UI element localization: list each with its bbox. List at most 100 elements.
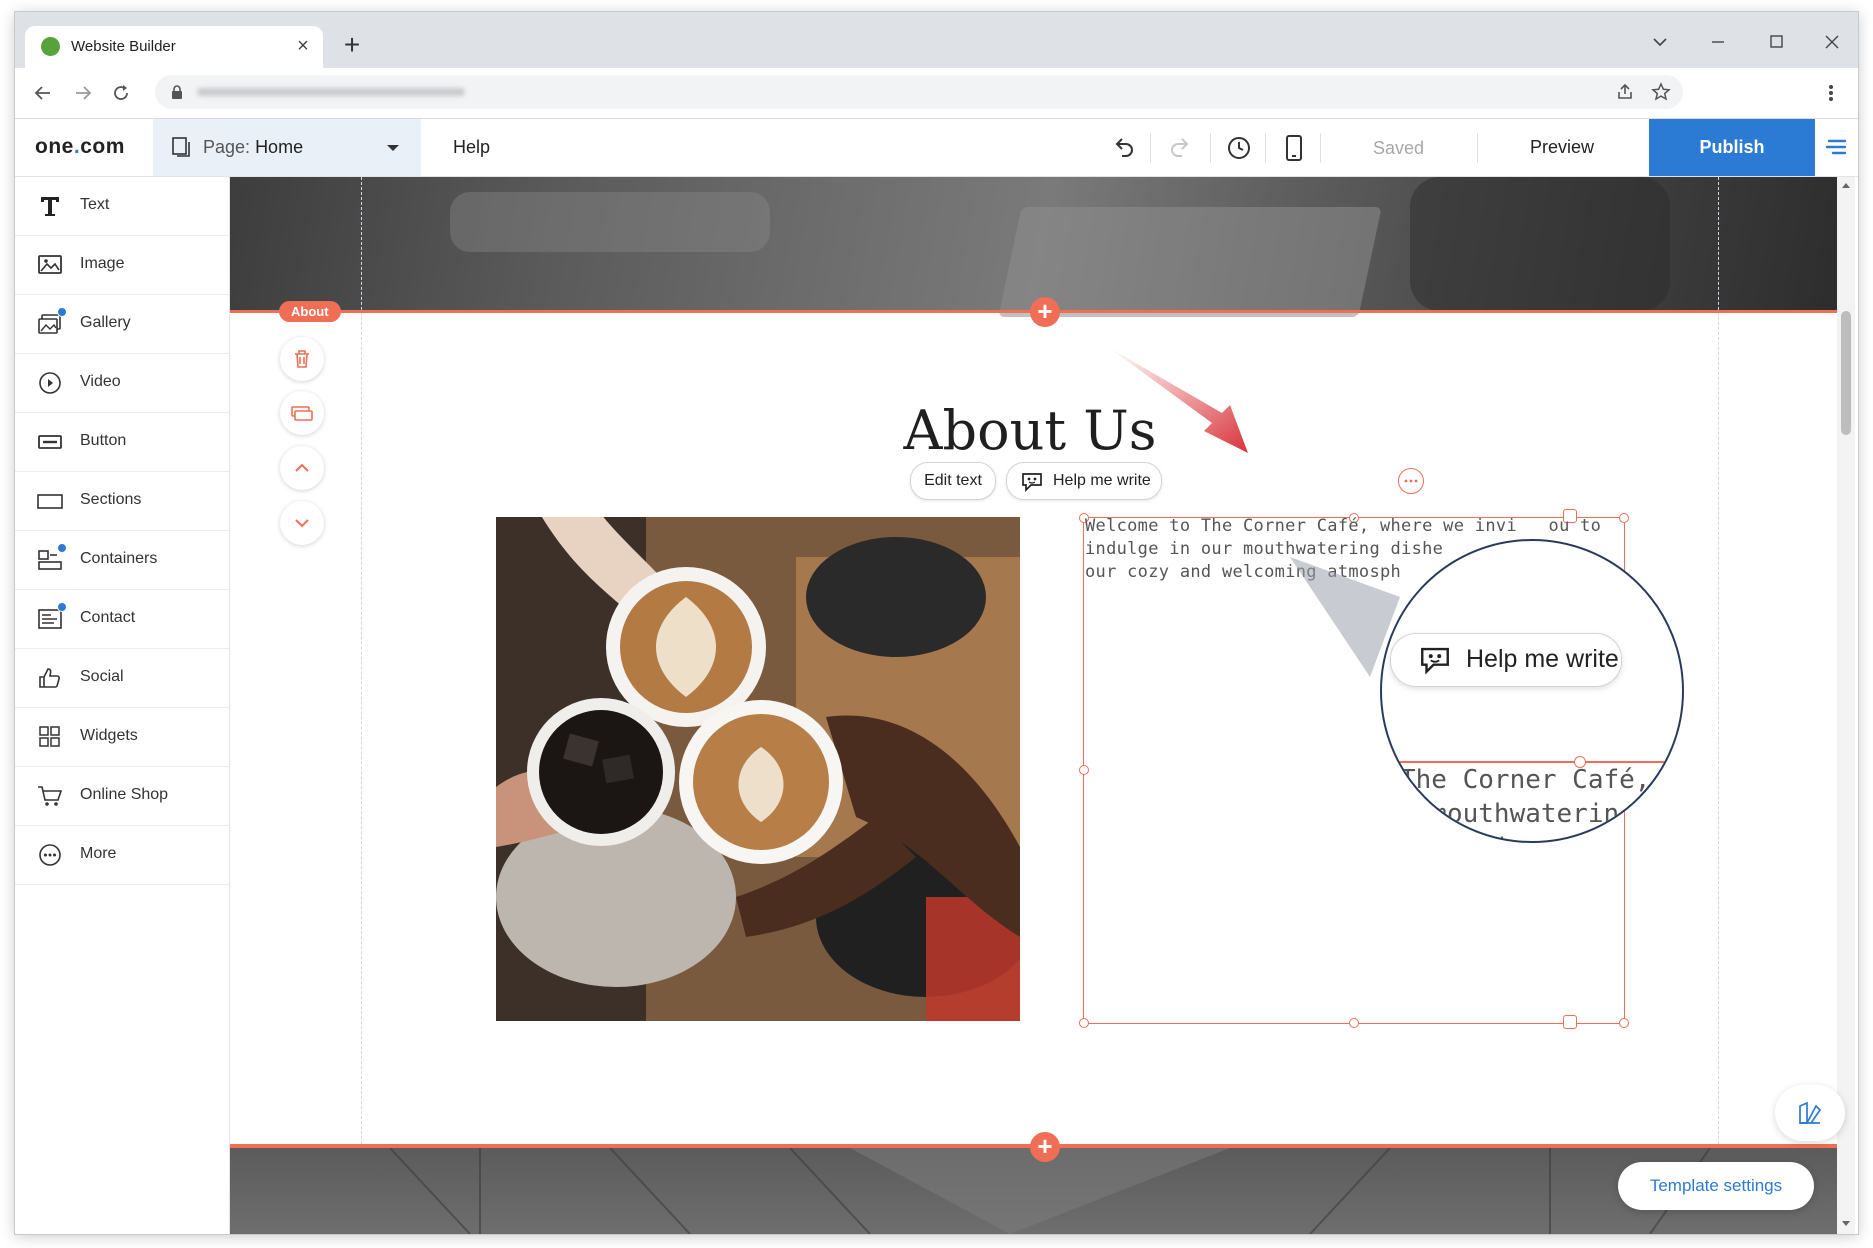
editor-canvas[interactable]: + About About Us Edit text Help me write… <box>230 177 1855 1234</box>
collapse-handle-icon[interactable] <box>1563 1015 1577 1029</box>
tab-search-chevron-icon[interactable] <box>1640 24 1680 60</box>
sidebar-item-video[interactable]: Video <box>15 354 229 413</box>
app-header: one.com Page: Home Help Saved Preview Pu… <box>15 119 1858 177</box>
coffee-photo-illustration <box>496 517 1020 1021</box>
dropdown-caret-icon <box>387 145 399 151</box>
template-settings-button[interactable]: Template settings <box>1618 1162 1814 1210</box>
add-section-button[interactable]: + <box>1030 1132 1060 1162</box>
new-indicator-dot <box>57 602 67 612</box>
back-arrow-icon[interactable] <box>27 77 59 109</box>
tab-close-icon[interactable]: × <box>291 34 315 58</box>
chevron-down-icon <box>295 519 309 528</box>
design-tool-button[interactable] <box>1775 1085 1845 1141</box>
help-link[interactable]: Help <box>453 137 490 158</box>
body-text-line: Welcome to The Corner Café, where we inv… <box>1085 516 1602 536</box>
reload-icon[interactable] <box>105 77 137 109</box>
video-icon <box>39 372 61 394</box>
sidebar-item-social[interactable]: Social <box>15 649 229 708</box>
hero-shape <box>1410 177 1670 311</box>
sidebar-item-text[interactable]: Text <box>15 177 229 236</box>
sections-icon <box>37 494 63 509</box>
sidebar-item-label: Widgets <box>80 727 138 744</box>
delete-section-button[interactable] <box>280 337 324 381</box>
history-clock-icon[interactable] <box>1222 131 1256 165</box>
section-layout-button[interactable] <box>280 391 324 435</box>
publish-button[interactable]: Publish <box>1649 119 1815 176</box>
trash-icon <box>295 350 309 368</box>
undo-icon[interactable] <box>1107 131 1141 165</box>
scroll-down-arrow-icon[interactable] <box>1841 1220 1851 1228</box>
sidebar-item-image[interactable]: Image <box>15 236 229 295</box>
more-options-icon[interactable] <box>1398 468 1424 494</box>
page-prefix: Page: <box>203 137 251 157</box>
browser-tab[interactable]: Website Builder × <box>25 26 323 68</box>
section-badge[interactable]: About <box>279 301 341 322</box>
sidebar-item-gallery[interactable]: Gallery <box>15 295 229 354</box>
resize-handle[interactable] <box>1349 1018 1359 1028</box>
page-selector-label: Page: Home <box>203 137 303 158</box>
thumbs-up-icon <box>39 668 60 688</box>
sidebar-item-widgets[interactable]: Widgets <box>15 708 229 767</box>
divider <box>1150 133 1151 163</box>
elements-sidebar: Text Image Gallery Video Button Sections… <box>15 177 230 1234</box>
scrollbar-thumb[interactable] <box>1841 311 1851 435</box>
sidebar-item-button[interactable]: Button <box>15 413 229 472</box>
resize-handle[interactable] <box>1079 1018 1089 1028</box>
lock-icon <box>172 85 182 99</box>
logo-text: one <box>35 135 74 158</box>
logo-suffix: com <box>80 135 125 158</box>
button-icon <box>38 435 62 449</box>
text-icon <box>41 197 59 216</box>
sidebar-item-label: Video <box>80 373 121 390</box>
sidebar-item-label: Button <box>80 432 127 449</box>
redo-icon[interactable] <box>1163 131 1197 165</box>
new-tab-button[interactable]: + <box>337 30 367 60</box>
blurred-url <box>197 88 465 96</box>
logo[interactable]: one.com <box>35 135 125 159</box>
divider <box>1210 133 1211 163</box>
hamburger-menu-icon[interactable] <box>1823 133 1851 161</box>
page-selector[interactable]: Page: Home <box>153 119 421 176</box>
scroll-up-arrow-icon[interactable] <box>1841 181 1851 189</box>
add-section-button[interactable]: + <box>1030 297 1060 327</box>
move-section-down-button[interactable] <box>280 501 324 545</box>
grid-guide <box>1718 177 1719 1234</box>
more-icon <box>39 844 61 866</box>
page-icon <box>172 137 190 157</box>
move-section-up-button[interactable] <box>280 446 324 490</box>
sidebar-item-containers[interactable]: Containers <box>15 531 229 590</box>
widgets-icon <box>39 726 60 747</box>
sidebar-item-sections[interactable]: Sections <box>15 472 229 531</box>
sidebar-item-label: Image <box>80 255 125 272</box>
mobile-view-icon[interactable] <box>1277 131 1311 165</box>
chevron-up-icon <box>295 463 309 472</box>
resize-handle[interactable] <box>1619 1018 1629 1028</box>
url-bar[interactable] <box>155 75 1683 109</box>
canvas-scrollbar[interactable] <box>1837 177 1855 1234</box>
zoomed-text-line: r mouthwaterin <box>1400 799 1620 829</box>
preview-button[interactable]: Preview <box>1478 119 1646 176</box>
help-me-write-button[interactable]: Help me write <box>1006 462 1162 500</box>
resize-handle[interactable] <box>1079 765 1089 775</box>
coffee-cheers-photo[interactable] <box>496 517 1020 1021</box>
sidebar-item-more[interactable]: More <box>15 826 229 885</box>
bookmark-star-icon[interactable] <box>1651 82 1671 102</box>
sidebar-item-label: Containers <box>80 550 158 567</box>
sidebar-item-contact[interactable]: Contact <box>15 590 229 649</box>
saved-status: Saved <box>1373 138 1425 158</box>
browser-menu-icon[interactable] <box>1815 77 1847 109</box>
share-icon[interactable] <box>1615 82 1635 102</box>
help-me-write-label: Help me write <box>1053 472 1151 489</box>
sidebar-item-label: Gallery <box>80 314 131 331</box>
maximize-icon[interactable] <box>1756 24 1796 60</box>
sidebar-item-label: Text <box>80 196 110 213</box>
sidebar-item-online-shop[interactable]: Online Shop <box>15 767 229 826</box>
window-close-icon[interactable] <box>1812 24 1852 60</box>
edit-text-button[interactable]: Edit text <box>910 462 996 500</box>
sidebar-item-label: Sections <box>80 491 142 508</box>
forward-arrow-icon[interactable] <box>67 77 99 109</box>
minimize-icon[interactable] <box>1698 24 1738 60</box>
new-indicator-dot <box>57 307 67 317</box>
ai-assistant-icon <box>1022 473 1042 493</box>
zoomed-help-me-write-label: Help me write <box>1466 645 1619 673</box>
